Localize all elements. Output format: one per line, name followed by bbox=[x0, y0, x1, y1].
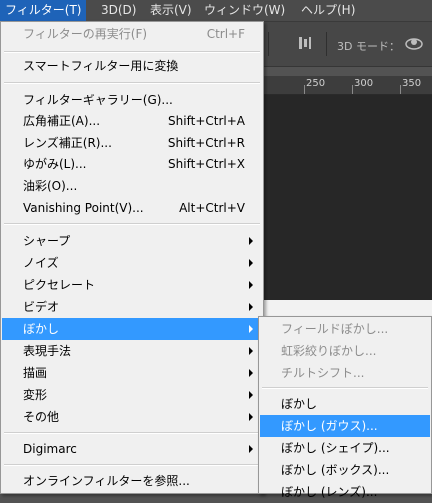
submenu-item-tilt-shift[interactable]: チルトシフト... bbox=[260, 362, 430, 384]
ruler-tick bbox=[352, 85, 353, 94]
menu-item-pixelate[interactable]: ピクセレート bbox=[2, 274, 262, 296]
submenu-item-gaussian-blur[interactable]: ぼかし (ガウス)... bbox=[260, 415, 430, 437]
menu-item-sharpen[interactable]: シャープ bbox=[2, 230, 262, 252]
menu-item-label: オンラインフィルターを参照... bbox=[23, 474, 190, 488]
menu-separator bbox=[4, 464, 260, 466]
menu-item-shortcut: Alt+Ctrl+V bbox=[179, 201, 245, 215]
menu-item-label: チルトシフト... bbox=[281, 366, 365, 380]
submenu-arrow-icon bbox=[249, 259, 253, 267]
submenu-item-iris-blur[interactable]: 虹彩絞りぼかし... bbox=[260, 340, 430, 362]
ruler-label-250: 250 bbox=[306, 78, 326, 89]
toolbar-separator bbox=[268, 32, 269, 56]
distribute-icon[interactable] bbox=[298, 36, 312, 50]
menu-item-label: ぼかし (ボックス)... bbox=[281, 463, 390, 477]
menu-separator bbox=[4, 432, 260, 434]
menu-item-digimarc[interactable]: Digimarc bbox=[2, 438, 262, 460]
submenu-arrow-icon bbox=[249, 303, 253, 311]
menu-window[interactable]: ウィンドウ(W) bbox=[199, 0, 290, 21]
menu-item-other[interactable]: その他 bbox=[2, 406, 262, 428]
canvas-area[interactable] bbox=[262, 95, 432, 300]
menu-item-convert-smart-filter[interactable]: スマートフィルター用に変換 bbox=[2, 55, 262, 77]
menu-separator bbox=[262, 387, 428, 389]
menu-item-repeat-filter[interactable]: フィルターの再実行(F) Ctrl+F bbox=[2, 23, 262, 45]
submenu-arrow-icon bbox=[249, 347, 253, 355]
menu-filter[interactable]: フィルター(T) bbox=[0, 0, 87, 21]
menu-item-oil-paint[interactable]: 油彩(O)... bbox=[2, 175, 262, 197]
ruler-label-300: 300 bbox=[354, 78, 374, 89]
menu-item-label: レンズ補正(R)... bbox=[23, 136, 112, 150]
menu-item-label: ぼかし bbox=[281, 397, 318, 411]
menu-separator bbox=[4, 51, 260, 53]
menu-item-filter-gallery[interactable]: フィルターギャラリー(G)... bbox=[2, 89, 262, 111]
submenu-arrow-icon bbox=[249, 281, 253, 289]
menu-item-label: フィルターの再実行(F) bbox=[23, 27, 148, 41]
menu-item-label: ビデオ bbox=[23, 300, 60, 314]
menu-item-label: Vanishing Point(V)... bbox=[23, 201, 144, 215]
menu-item-label: ぼかし (ガウス)... bbox=[281, 419, 378, 433]
menu-item-blur[interactable]: ぼかし bbox=[2, 318, 262, 340]
submenu-arrow-icon bbox=[249, 325, 253, 333]
menu-item-render[interactable]: 描画 bbox=[2, 362, 262, 384]
menu-item-label: フィルターギャラリー(G)... bbox=[23, 93, 173, 107]
submenu-arrow-icon bbox=[249, 391, 253, 399]
ruler-tick bbox=[400, 85, 401, 94]
menu-item-label: スマートフィルター用に変換 bbox=[23, 59, 179, 73]
submenu-item-shape-blur[interactable]: ぼかし (シェイプ)... bbox=[260, 437, 430, 459]
submenu-arrow-icon bbox=[249, 413, 253, 421]
horizontal-ruler: 250 300 350 bbox=[262, 76, 432, 95]
menu-item-label: その他 bbox=[23, 410, 60, 424]
menu-item-label: シャープ bbox=[23, 234, 71, 248]
submenu-arrow-icon bbox=[249, 369, 253, 377]
menu-item-label: 表現手法 bbox=[23, 344, 72, 358]
menu-item-label: ぼかし (シェイプ)... bbox=[281, 441, 390, 455]
menu-item-label: ノイズ bbox=[23, 256, 59, 270]
menu-item-vanishing-point[interactable]: Vanishing Point(V)... Alt+Ctrl+V bbox=[2, 197, 262, 219]
submenu-arrow-icon bbox=[249, 237, 253, 245]
menu-item-shortcut: Ctrl+F bbox=[206, 27, 245, 41]
menu-item-label: 描画 bbox=[23, 366, 48, 380]
menu-item-shortcut: Shift+Ctrl+X bbox=[168, 157, 245, 171]
submenu-item-lens-blur[interactable]: ぼかし (レンズ)... bbox=[260, 481, 430, 503]
menu-item-video[interactable]: ビデオ bbox=[2, 296, 262, 318]
3d-mode-label: 3D モード： bbox=[337, 40, 400, 53]
submenu-item-box-blur[interactable]: ぼかし (ボックス)... bbox=[260, 459, 430, 481]
menu-item-label: ピクセレート bbox=[23, 278, 96, 292]
toolbar-separator bbox=[326, 32, 327, 56]
menu-item-liquify[interactable]: ゆがみ(L)... Shift+Ctrl+X bbox=[2, 153, 262, 175]
menu-item-lens-correction[interactable]: レンズ補正(R)... Shift+Ctrl+R bbox=[2, 132, 262, 154]
menu-item-label: フィールドぼかし... bbox=[281, 322, 389, 336]
menu-item-shortcut: Shift+Ctrl+R bbox=[167, 136, 245, 150]
menu-item-adaptive-wide-angle[interactable]: 広角補正(A)... Shift+Ctrl+A bbox=[2, 110, 262, 132]
menu-separator bbox=[4, 82, 260, 84]
menu-view[interactable]: 表示(V) bbox=[145, 0, 197, 21]
ruler-label-350: 350 bbox=[402, 78, 422, 89]
blur-submenu: フィールドぼかし... 虹彩絞りぼかし... チルトシフト... ぼかし ぼかし… bbox=[258, 316, 432, 499]
menu-item-label: 虹彩絞りぼかし... bbox=[281, 344, 377, 358]
ruler-tick bbox=[304, 85, 305, 94]
menu-item-browse-filters-online[interactable]: オンラインフィルターを参照... bbox=[2, 470, 262, 492]
menu-item-label: Digimarc bbox=[23, 442, 77, 456]
menu-help[interactable]: ヘルプ(H) bbox=[296, 0, 360, 21]
menu-item-label: ぼかし (レンズ)... bbox=[281, 485, 378, 499]
3d-orbit-icon[interactable] bbox=[404, 34, 424, 52]
menu-item-shortcut: Shift+Ctrl+A bbox=[168, 114, 245, 128]
menu-item-distort[interactable]: 変形 bbox=[2, 384, 262, 406]
menu-item-label: ぼかし bbox=[23, 322, 60, 336]
menu-item-label: 広角補正(A)... bbox=[23, 114, 101, 128]
menu-item-stylize[interactable]: 表現手法 bbox=[2, 340, 262, 362]
menu-item-label: 変形 bbox=[23, 388, 48, 402]
menu-item-label: 油彩(O)... bbox=[23, 179, 78, 193]
filter-menu: フィルターの再実行(F) Ctrl+F スマートフィルター用に変換 フィルターギ… bbox=[0, 21, 264, 494]
menu-3d[interactable]: 3D(D) bbox=[96, 0, 141, 21]
menu-bar: フィルター(T) 3D(D) 表示(V) ウィンドウ(W) ヘルプ(H) bbox=[0, 0, 432, 22]
menu-item-label: ゆがみ(L)... bbox=[23, 157, 87, 171]
menu-item-noise[interactable]: ノイズ bbox=[2, 252, 262, 274]
submenu-item-field-blur[interactable]: フィールドぼかし... bbox=[260, 318, 430, 340]
menu-separator bbox=[4, 223, 260, 225]
submenu-arrow-icon bbox=[249, 445, 253, 453]
submenu-item-blur[interactable]: ぼかし bbox=[260, 393, 430, 415]
